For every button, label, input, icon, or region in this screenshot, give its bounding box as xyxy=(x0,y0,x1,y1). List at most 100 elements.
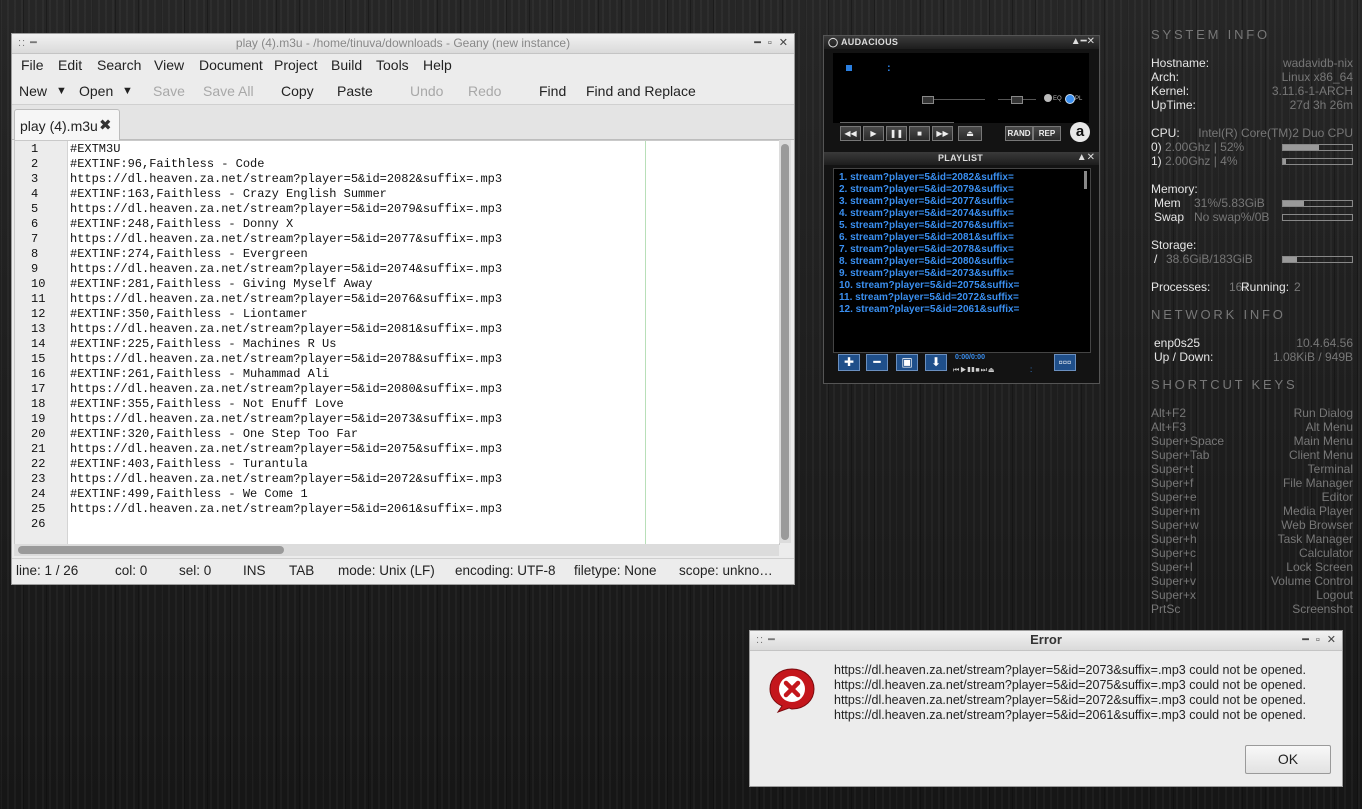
error-titlebar[interactable]: :: ━ Error ━ ▫ ✕ xyxy=(750,631,1342,651)
select-icon[interactable]: ▣ xyxy=(896,354,918,371)
audacious-window-controls[interactable]: ▲━✕ xyxy=(1071,36,1095,47)
open-button[interactable]: Open xyxy=(79,83,113,99)
maximize-icon[interactable]: ▫ xyxy=(768,37,772,49)
menu-help[interactable]: Help xyxy=(423,57,452,73)
code-line[interactable]: https://dl.heaven.za.net/stream?player=5… xyxy=(70,412,502,426)
playlist-item[interactable]: 1. stream?player=5&id=2082&suffix= xyxy=(839,172,1014,183)
save-all-button[interactable]: Save All xyxy=(203,83,254,99)
code-line[interactable]: https://dl.heaven.za.net/stream?player=5… xyxy=(70,202,502,216)
code-line[interactable]: https://dl.heaven.za.net/stream?player=5… xyxy=(70,502,502,516)
scroll-thumb[interactable] xyxy=(18,546,284,554)
playlist-titlebar[interactable]: PLAYLIST ▲✕ xyxy=(824,152,1099,165)
close-icon[interactable]: ✕ xyxy=(1327,634,1336,646)
playlist-item[interactable]: 6. stream?player=5&id=2081&suffix= xyxy=(839,232,1014,243)
previous-icon[interactable]: ◀◀ xyxy=(840,126,861,141)
remove-icon[interactable]: ━ xyxy=(866,354,888,371)
seek-bar[interactable] xyxy=(840,122,954,123)
minimize-icon[interactable]: ━ xyxy=(754,37,761,49)
audacious-menu-icon[interactable]: a xyxy=(1070,122,1090,142)
eject-icon[interactable]: ⏏ xyxy=(958,126,982,141)
code-line[interactable]: https://dl.heaven.za.net/stream?player=5… xyxy=(70,352,502,366)
add-icon[interactable]: ✚ xyxy=(838,354,860,371)
menu-tools[interactable]: Tools xyxy=(376,57,409,73)
code-line[interactable]: #EXTINF:163,Faithless - Crazy English Su… xyxy=(70,187,387,201)
ok-button[interactable]: OK xyxy=(1245,745,1331,774)
minimize-icon[interactable]: ━ xyxy=(1302,634,1309,646)
find-replace-button[interactable]: Find and Replace xyxy=(586,83,696,99)
playlist-item[interactable]: 7. stream?player=5&id=2078&suffix= xyxy=(839,244,1014,255)
rep-button[interactable]: REP xyxy=(1033,126,1061,141)
playlist-item[interactable]: 9. stream?player=5&id=2073&suffix= xyxy=(839,268,1014,279)
code-line[interactable]: https://dl.heaven.za.net/stream?player=5… xyxy=(70,172,502,186)
code-line[interactable]: https://dl.heaven.za.net/stream?player=5… xyxy=(70,292,502,306)
volume-slider[interactable] xyxy=(922,96,934,104)
undo-button[interactable]: Undo xyxy=(410,83,443,99)
mini-controls-icon[interactable]: ⏮▶❚❚■⏭⏏ xyxy=(953,366,996,375)
code-line[interactable]: #EXTINF:96,Faithless - Code xyxy=(70,157,264,171)
new-dropdown-icon[interactable]: ▼ xyxy=(56,85,67,97)
scroll-thumb[interactable] xyxy=(781,144,789,540)
editor-area[interactable]: 1 2 3 4 5 6 7 8 9 10 11 12 13 14 15 16 17 18 19 20 21 22 23 24 2… xyxy=(14,140,780,545)
maximize-icon[interactable]: ▫ xyxy=(1316,634,1320,646)
menu-project[interactable]: Project xyxy=(274,57,318,73)
code-line[interactable]: #EXTINF:281,Faithless - Giving Myself Aw… xyxy=(70,277,372,291)
code-line[interactable]: https://dl.heaven.za.net/stream?player=5… xyxy=(70,322,502,336)
next-icon[interactable]: ▶▶ xyxy=(932,126,953,141)
playlist-window-controls[interactable]: ▲✕ xyxy=(1077,152,1095,163)
misc-icon[interactable]: ⬇ xyxy=(925,354,947,371)
paste-button[interactable]: Paste xyxy=(337,83,373,99)
eq-toggle-icon[interactable] xyxy=(1044,94,1052,102)
rand-button[interactable]: RAND xyxy=(1005,126,1033,141)
playlist-item[interactable]: 11. stream?player=5&id=2072&suffix= xyxy=(839,292,1019,303)
vertical-scrollbar[interactable] xyxy=(779,140,791,543)
code-line[interactable]: https://dl.heaven.za.net/stream?player=5… xyxy=(70,262,502,276)
code-line[interactable]: #EXTINF:499,Faithless - We Come 1 xyxy=(70,487,308,501)
code-line[interactable]: #EXTINF:320,Faithless - One Step Too Far xyxy=(70,427,358,441)
tab-close-icon[interactable]: ✖ xyxy=(99,116,112,134)
stop-icon[interactable]: ■ xyxy=(909,126,930,141)
menu-file[interactable]: File xyxy=(21,57,44,73)
playlist-item[interactable]: 4. stream?player=5&id=2074&suffix= xyxy=(839,208,1014,219)
playlist-item[interactable]: 10. stream?player=5&id=2075&suffix= xyxy=(839,280,1019,291)
geany-titlebar[interactable]: :: ━ play (4).m3u - /home/tinuva/downloa… xyxy=(12,34,794,54)
code-line[interactable]: #EXTINF:225,Faithless - Machines R Us xyxy=(70,337,336,351)
code-line[interactable]: #EXTINF:355,Faithless - Not Enuff Love xyxy=(70,397,344,411)
playlist-item[interactable]: 8. stream?player=5&id=2080&suffix= xyxy=(839,256,1014,267)
code-line[interactable]: https://dl.heaven.za.net/stream?player=5… xyxy=(70,442,502,456)
code-line[interactable]: #EXTINF:261,Faithless - Muhammad Ali xyxy=(70,367,329,381)
code-line[interactable]: #EXTM3U xyxy=(70,142,120,156)
menu-build[interactable]: Build xyxy=(331,57,362,73)
menu-view[interactable]: View xyxy=(154,57,184,73)
menu-document[interactable]: Document xyxy=(199,57,263,73)
balance-slider[interactable] xyxy=(1011,96,1023,104)
pl-toggle-icon[interactable] xyxy=(1065,94,1075,104)
code-line[interactable]: https://dl.heaven.za.net/stream?player=5… xyxy=(70,232,502,246)
code-line[interactable]: #EXTINF:248,Faithless - Donny X xyxy=(70,217,293,231)
playlist-item[interactable]: 5. stream?player=5&id=2076&suffix= xyxy=(839,220,1014,231)
close-icon[interactable]: ✕ xyxy=(779,37,788,49)
playlist-item[interactable]: 12. stream?player=5&id=2061&suffix= xyxy=(839,304,1019,315)
menu-edit[interactable]: Edit xyxy=(58,57,82,73)
horizontal-scrollbar[interactable] xyxy=(14,544,779,556)
code-line[interactable]: #EXTINF:350,Faithless - Liontamer xyxy=(70,307,308,321)
playlist-scrollbar[interactable] xyxy=(1084,171,1087,189)
audacious-titlebar[interactable]: ◯ AUDACIOUS ▲━✕ xyxy=(824,36,1099,49)
open-dropdown-icon[interactable]: ▼ xyxy=(122,85,133,97)
menu-search[interactable]: Search xyxy=(97,57,141,73)
code-line[interactable]: #EXTINF:403,Faithless - Turantula xyxy=(70,457,308,471)
code-line[interactable]: https://dl.heaven.za.net/stream?player=5… xyxy=(70,382,502,396)
playlist-item[interactable]: 2. stream?player=5&id=2079&suffix= xyxy=(839,184,1014,195)
code-line[interactable]: https://dl.heaven.za.net/stream?player=5… xyxy=(70,472,502,486)
tab-play-m3u[interactable]: play (4).m3u ✖ xyxy=(14,109,120,140)
code-line[interactable]: #EXTINF:274,Faithless - Evergreen xyxy=(70,247,308,261)
copy-button[interactable]: Copy xyxy=(281,83,314,99)
new-button[interactable]: New xyxy=(19,83,47,99)
play-icon[interactable]: ▶ xyxy=(863,126,884,141)
save-button[interactable]: Save xyxy=(153,83,185,99)
list-options-icon[interactable]: ▫▫▫ xyxy=(1054,354,1076,371)
pause-icon[interactable]: ❚❚ xyxy=(886,126,907,141)
playlist[interactable]: 1. stream?player=5&id=2082&suffix= 2. str… xyxy=(833,168,1091,353)
find-button[interactable]: Find xyxy=(539,83,566,99)
playlist-item[interactable]: 3. stream?player=5&id=2077&suffix= xyxy=(839,196,1014,207)
redo-button[interactable]: Redo xyxy=(468,83,501,99)
